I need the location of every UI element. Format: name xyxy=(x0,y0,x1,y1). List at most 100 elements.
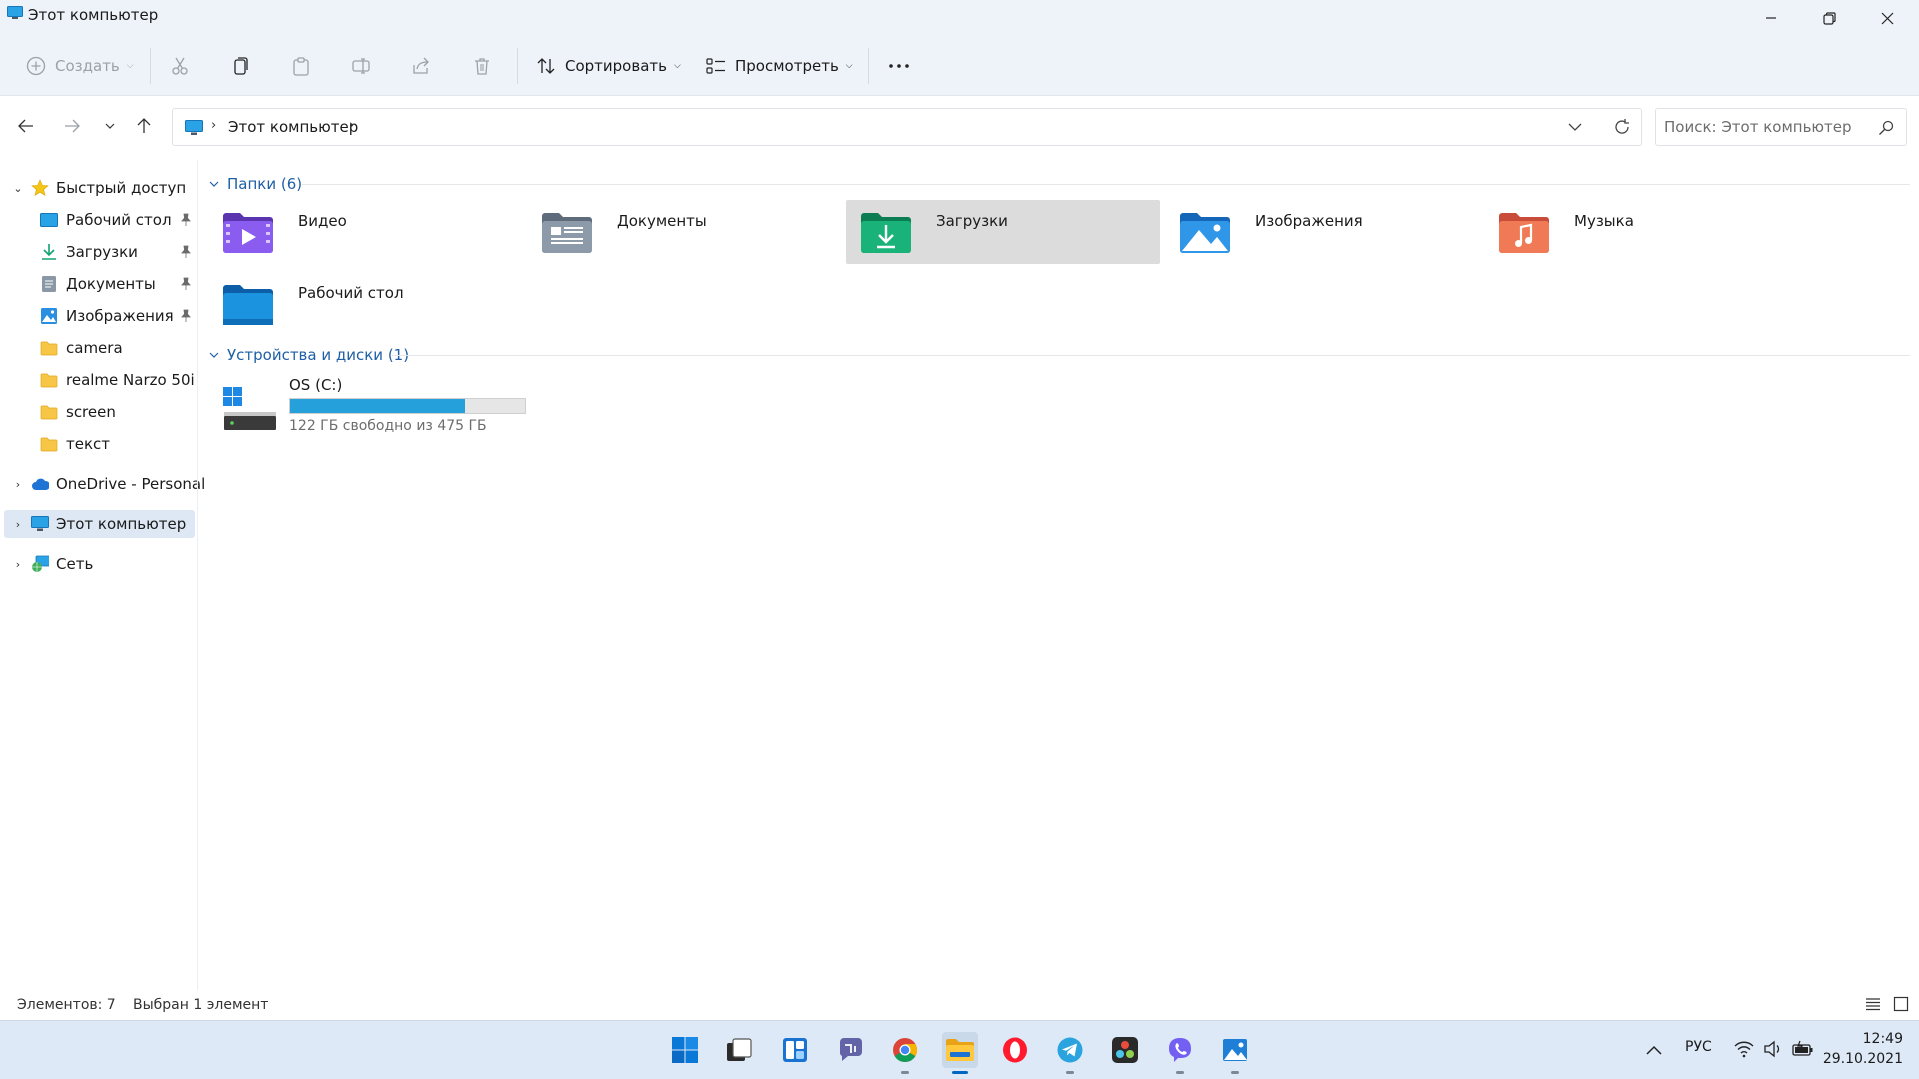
scissors-icon xyxy=(172,57,188,75)
minimize-button[interactable] xyxy=(1742,0,1800,36)
refresh-icon[interactable] xyxy=(1613,118,1631,136)
language-indicator[interactable]: РУС xyxy=(1685,1039,1712,1055)
chevron-right-icon[interactable]: › xyxy=(12,558,24,571)
recent-locations-button[interactable] xyxy=(94,110,126,142)
folder-icon xyxy=(40,403,58,421)
create-button[interactable]: Создать ⌵ xyxy=(26,46,134,86)
close-button[interactable] xyxy=(1858,0,1916,36)
sidebar-item-onedrive[interactable]: › OneDrive - Personal xyxy=(4,470,205,498)
taskbar-file-explorer[interactable] xyxy=(942,1032,978,1074)
downloads-folder-icon xyxy=(861,213,911,253)
forward-button[interactable] xyxy=(56,110,88,142)
rename-button[interactable] xyxy=(351,46,371,86)
folder-tile-desktop[interactable]: Рабочий стол xyxy=(208,272,522,336)
view-button[interactable]: Просмотреть ⌵ xyxy=(706,46,853,86)
clock[interactable]: 12:49 29.10.2021 xyxy=(1823,1029,1903,1069)
running-indicator xyxy=(1231,1071,1239,1074)
sidebar-item-desktop[interactable]: Рабочий стол xyxy=(4,206,195,234)
widgets-icon xyxy=(783,1038,807,1062)
chevron-right-icon[interactable]: › xyxy=(12,478,24,491)
delete-button[interactable] xyxy=(472,46,492,86)
search-icon[interactable] xyxy=(1878,120,1894,136)
sidebar-item-documents[interactable]: Документы xyxy=(4,270,195,298)
tiles-view-icon[interactable] xyxy=(1893,996,1909,1012)
windows-drive-icon xyxy=(223,387,276,430)
group-header-devices[interactable]: Устройства и диски (1) xyxy=(208,344,409,366)
folder-name: Рабочий стол xyxy=(298,284,404,302)
taskbar-viber[interactable] xyxy=(1162,1032,1198,1074)
paste-button[interactable] xyxy=(291,46,311,86)
sort-label: Сортировать xyxy=(565,57,667,75)
wifi-icon[interactable] xyxy=(1734,1040,1754,1058)
items-count: Элементов: 7 xyxy=(17,997,116,1013)
details-view-icon[interactable] xyxy=(1865,996,1881,1012)
widgets-button[interactable] xyxy=(777,1032,813,1068)
pin-icon[interactable] xyxy=(180,213,192,227)
chat-button[interactable] xyxy=(833,1032,869,1068)
sort-button[interactable]: Сортировать ⌵ xyxy=(536,46,681,86)
folder-name: Видео xyxy=(298,212,347,230)
sidebar-item-quick-access[interactable]: ⌄ Быстрый доступ xyxy=(4,174,195,202)
sidebar-item-realme[interactable]: realme Narzo 50i xyxy=(4,366,195,394)
pin-icon[interactable] xyxy=(180,309,192,323)
cut-button[interactable] xyxy=(170,46,190,86)
sidebar-item-camera[interactable]: camera xyxy=(4,334,195,362)
more-options-button[interactable] xyxy=(887,46,911,86)
sidebar-item-downloads[interactable]: Загрузки xyxy=(4,238,195,266)
address-history-chevron-icon[interactable] xyxy=(1567,119,1583,135)
back-button[interactable] xyxy=(10,110,42,142)
trash-icon xyxy=(475,58,489,75)
sidebar-item-text[interactable]: текст xyxy=(4,430,195,458)
pin-icon[interactable] xyxy=(180,245,192,259)
pin-icon[interactable] xyxy=(180,277,192,291)
breadcrumb-this-pc[interactable]: Этот компьютер xyxy=(228,118,358,136)
chevron-down-icon xyxy=(105,123,115,129)
taskbar-telegram[interactable] xyxy=(1052,1032,1088,1074)
plus-circle-icon xyxy=(26,56,46,76)
title-bar: Этот компьютер xyxy=(0,0,1919,36)
chevron-right-icon[interactable]: › xyxy=(12,518,24,531)
taskbar-chrome[interactable] xyxy=(887,1032,923,1074)
chevron-up-icon[interactable] xyxy=(1645,1043,1663,1057)
share-button[interactable] xyxy=(411,46,431,86)
taskbar-davinci-resolve[interactable] xyxy=(1107,1032,1143,1068)
restore-button[interactable] xyxy=(1800,0,1858,36)
document-icon xyxy=(40,275,58,293)
search-box[interactable] xyxy=(1655,108,1907,146)
sidebar-item-this-pc[interactable]: › Этот компьютер xyxy=(4,510,195,538)
group-divider xyxy=(302,184,1910,185)
sidebar-item-label: Загрузки xyxy=(66,243,138,261)
folder-tile-pictures[interactable]: Изображения xyxy=(1165,200,1479,264)
drive-tile-c[interactable]: OS (C:) 122 ГБ свободно из 475 ГБ xyxy=(216,374,536,444)
folder-tile-documents[interactable]: Документы xyxy=(527,200,841,264)
running-indicator xyxy=(1066,1071,1074,1074)
folder-name: Музыка xyxy=(1574,212,1634,230)
volume-icon[interactable] xyxy=(1763,1040,1783,1058)
chevron-down-icon[interactable]: ⌄ xyxy=(12,182,24,195)
task-view-button[interactable] xyxy=(721,1032,757,1068)
pictures-folder-icon xyxy=(1180,213,1230,253)
taskbar-photos[interactable] xyxy=(1217,1032,1253,1074)
up-button[interactable] xyxy=(128,110,160,142)
sidebar-item-label: Изображения xyxy=(66,307,174,325)
folder-tile-downloads[interactable]: Загрузки xyxy=(846,200,1160,264)
folder-icon xyxy=(40,339,58,357)
toolbar-separator xyxy=(868,48,869,84)
folder-tile-video[interactable]: Видео xyxy=(208,200,522,264)
battery-icon[interactable] xyxy=(1792,1040,1814,1058)
taskbar-opera[interactable] xyxy=(997,1032,1033,1068)
copy-button[interactable] xyxy=(230,46,250,86)
breadcrumb-separator-icon[interactable]: › xyxy=(211,118,216,133)
breadcrumb-separator-icon[interactable]: › xyxy=(349,118,354,133)
clipboard-icon xyxy=(293,57,309,76)
sidebar-item-pictures[interactable]: Изображения xyxy=(4,302,195,330)
sidebar-item-network[interactable]: › Сеть xyxy=(4,550,195,578)
search-input[interactable] xyxy=(1664,117,1864,137)
group-header-folders[interactable]: Папки (6) xyxy=(208,173,302,195)
start-button[interactable] xyxy=(667,1032,703,1068)
address-bar[interactable]: › Этот компьютер › xyxy=(172,108,1642,146)
pane-divider[interactable] xyxy=(197,160,198,990)
download-arrow-icon xyxy=(40,243,58,261)
folder-tile-music[interactable]: Музыка xyxy=(1484,200,1798,264)
sidebar-item-screen[interactable]: screen xyxy=(4,398,195,426)
